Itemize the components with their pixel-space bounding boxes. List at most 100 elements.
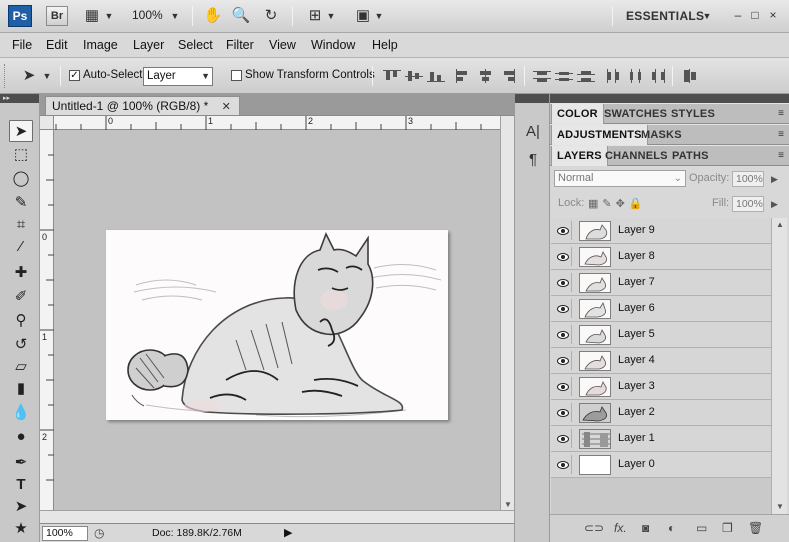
close-icon[interactable]: ✕ (222, 101, 231, 113)
layer-row[interactable]: Layer 7 (551, 270, 771, 296)
scroll-up-icon[interactable]: ▲ (776, 220, 784, 229)
layer-row[interactable]: Layer 5 (551, 322, 771, 348)
menu-edit[interactable]: Edit (46, 38, 68, 52)
tab-color[interactable]: COLOR (551, 104, 604, 124)
eye-icon[interactable] (554, 429, 572, 448)
rotate-view-icon[interactable]: ↻ (260, 6, 282, 26)
tab-paths[interactable]: PATHS (667, 146, 714, 166)
eye-icon[interactable] (554, 351, 572, 370)
brush-tool-icon[interactable]: ✐ (9, 286, 33, 308)
screen-mode-icon[interactable]: ▣ (352, 6, 374, 26)
move-tool-icon[interactable]: ➤ (9, 120, 33, 142)
document-tab[interactable]: Untitled-1 @ 100% (RGB/8) * ✕ (45, 96, 240, 115)
screen-mode-dropdown-icon[interactable]: ▼ (374, 6, 384, 26)
align-vertical-centers-icon[interactable] (405, 69, 423, 83)
status-zoom-field[interactable]: 100% (42, 526, 88, 541)
distribute-left-edges-icon[interactable] (605, 69, 623, 83)
zoom-dropdown-icon[interactable]: ▼ (170, 6, 180, 26)
zoom-level-dropdown[interactable]: 100% (132, 8, 163, 22)
distribute-vertical-centers-icon[interactable] (555, 69, 573, 83)
eye-icon[interactable] (554, 273, 572, 292)
fill-field[interactable]: 100% (732, 196, 764, 212)
adjustment-layer-icon[interactable]: ◐ (668, 521, 675, 535)
launch-bridge-button[interactable]: Br (46, 6, 68, 26)
custom-shape-tool-icon[interactable]: ★ (9, 518, 33, 540)
eye-icon[interactable] (554, 377, 572, 396)
status-menu-arrow-icon[interactable]: ▶ (284, 526, 292, 539)
auto-select-checkbox[interactable]: ✓ (69, 70, 80, 81)
new-layer-icon[interactable]: ❐ (722, 521, 733, 535)
arrange-documents-icon[interactable]: ⊞ (304, 6, 326, 26)
eye-icon[interactable] (554, 325, 572, 344)
align-bottom-edges-icon[interactable] (427, 69, 445, 83)
view-extras-dropdown-icon[interactable]: ▼ (104, 6, 114, 26)
lasso-tool-icon[interactable]: ◯ (9, 168, 33, 190)
type-tool-icon[interactable]: T (9, 474, 33, 496)
maximize-button[interactable]: □ (748, 7, 762, 23)
new-group-icon[interactable]: ▭ (696, 521, 707, 535)
eye-icon[interactable] (554, 455, 572, 474)
scroll-down-icon[interactable]: ▼ (504, 500, 512, 509)
menu-select[interactable]: Select (178, 38, 213, 52)
healing-brush-tool-icon[interactable]: ✚ (9, 262, 33, 284)
rectangular-marquee-tool-icon[interactable]: ⬚ (9, 144, 33, 166)
add-mask-icon[interactable]: ◙ (642, 521, 649, 535)
opacity-field[interactable]: 100% (732, 171, 764, 187)
distribute-top-edges-icon[interactable] (533, 69, 551, 83)
ruler-origin[interactable] (40, 116, 54, 130)
pen-tool-icon[interactable]: ✒ (9, 452, 33, 474)
tab-channels[interactable]: CHANNELS (600, 146, 673, 166)
layer-row[interactable]: Layer 4 (551, 348, 771, 374)
show-transform-controls-checkbox[interactable] (231, 70, 242, 81)
horizontal-scrollbar[interactable] (40, 510, 514, 524)
character-panel-icon[interactable]: A| (523, 122, 543, 142)
layer-row[interactable]: Layer 8 (551, 244, 771, 270)
dock-collapse-bar[interactable] (515, 94, 549, 103)
view-extras-icon[interactable]: ▦ (82, 6, 102, 26)
panel-menu-icon[interactable]: ≡ (778, 150, 784, 161)
eye-icon[interactable] (554, 247, 572, 266)
tools-panel-collapse[interactable]: ▸▸ (0, 94, 39, 103)
eraser-tool-icon[interactable]: ▱ (9, 356, 33, 378)
tab-styles[interactable]: STYLES (666, 104, 720, 124)
menu-filter[interactable]: Filter (226, 38, 254, 52)
arrange-dropdown-icon[interactable]: ▼ (326, 6, 336, 26)
eye-icon[interactable] (554, 221, 572, 240)
panel-menu-icon[interactable]: ≡ (778, 129, 784, 140)
menu-view[interactable]: View (269, 38, 296, 52)
panel-menu-icon[interactable]: ≡ (778, 108, 784, 119)
auto-select-target-dropdown[interactable]: Layer ▼ (143, 67, 213, 86)
tab-adjustments[interactable]: ADJUSTMENTS (551, 125, 648, 145)
fill-slider-arrow-icon[interactable]: ▶ (771, 199, 778, 210)
layer-row[interactable]: Layer 9 (551, 218, 771, 244)
vertical-scrollbar[interactable]: ▼ (500, 116, 514, 510)
layer-style-icon[interactable]: fx. (614, 521, 627, 535)
tab-swatches[interactable]: SWATCHES (599, 104, 672, 124)
align-left-edges-icon[interactable] (455, 69, 473, 83)
blur-tool-icon[interactable]: 💧 (9, 402, 33, 424)
distribute-horizontal-centers-icon[interactable] (627, 69, 645, 83)
workspace-switcher[interactable]: ESSENTIALS (626, 9, 704, 23)
menu-image[interactable]: Image (83, 38, 118, 52)
crop-tool-icon[interactable]: ⌗ (9, 214, 33, 236)
clone-stamp-tool-icon[interactable]: ⚲ (9, 310, 33, 332)
canvas-artwork[interactable] (106, 230, 448, 420)
blend-mode-dropdown[interactable]: Normal ⌄ (554, 170, 686, 187)
menu-layer[interactable]: Layer (133, 38, 164, 52)
lock-options[interactable]: ▦✎✥🔒 (588, 197, 647, 210)
vertical-ruler[interactable]: 0 1 2 (40, 130, 54, 510)
horizontal-ruler[interactable]: 0 1 2 3 (54, 116, 500, 130)
layer-row[interactable]: Layer 0 (551, 452, 771, 478)
scroll-down-icon[interactable]: ▼ (776, 502, 784, 511)
distribute-bottom-edges-icon[interactable] (577, 69, 595, 83)
history-brush-tool-icon[interactable]: ↺ (9, 334, 33, 356)
align-top-edges-icon[interactable] (383, 69, 401, 83)
workspace-dropdown-icon[interactable]: ▼ (702, 6, 712, 26)
layers-scrollbar[interactable]: ▲ ▼ (771, 218, 787, 514)
path-selection-tool-icon[interactable]: ➤ (9, 496, 33, 518)
opacity-slider-arrow-icon[interactable]: ▶ (771, 174, 778, 185)
move-tool-preset-icon[interactable]: ➤ (18, 66, 40, 86)
options-bar-grip[interactable] (4, 64, 8, 88)
minimize-button[interactable]: – (731, 7, 745, 23)
menu-file[interactable]: File (12, 38, 32, 52)
